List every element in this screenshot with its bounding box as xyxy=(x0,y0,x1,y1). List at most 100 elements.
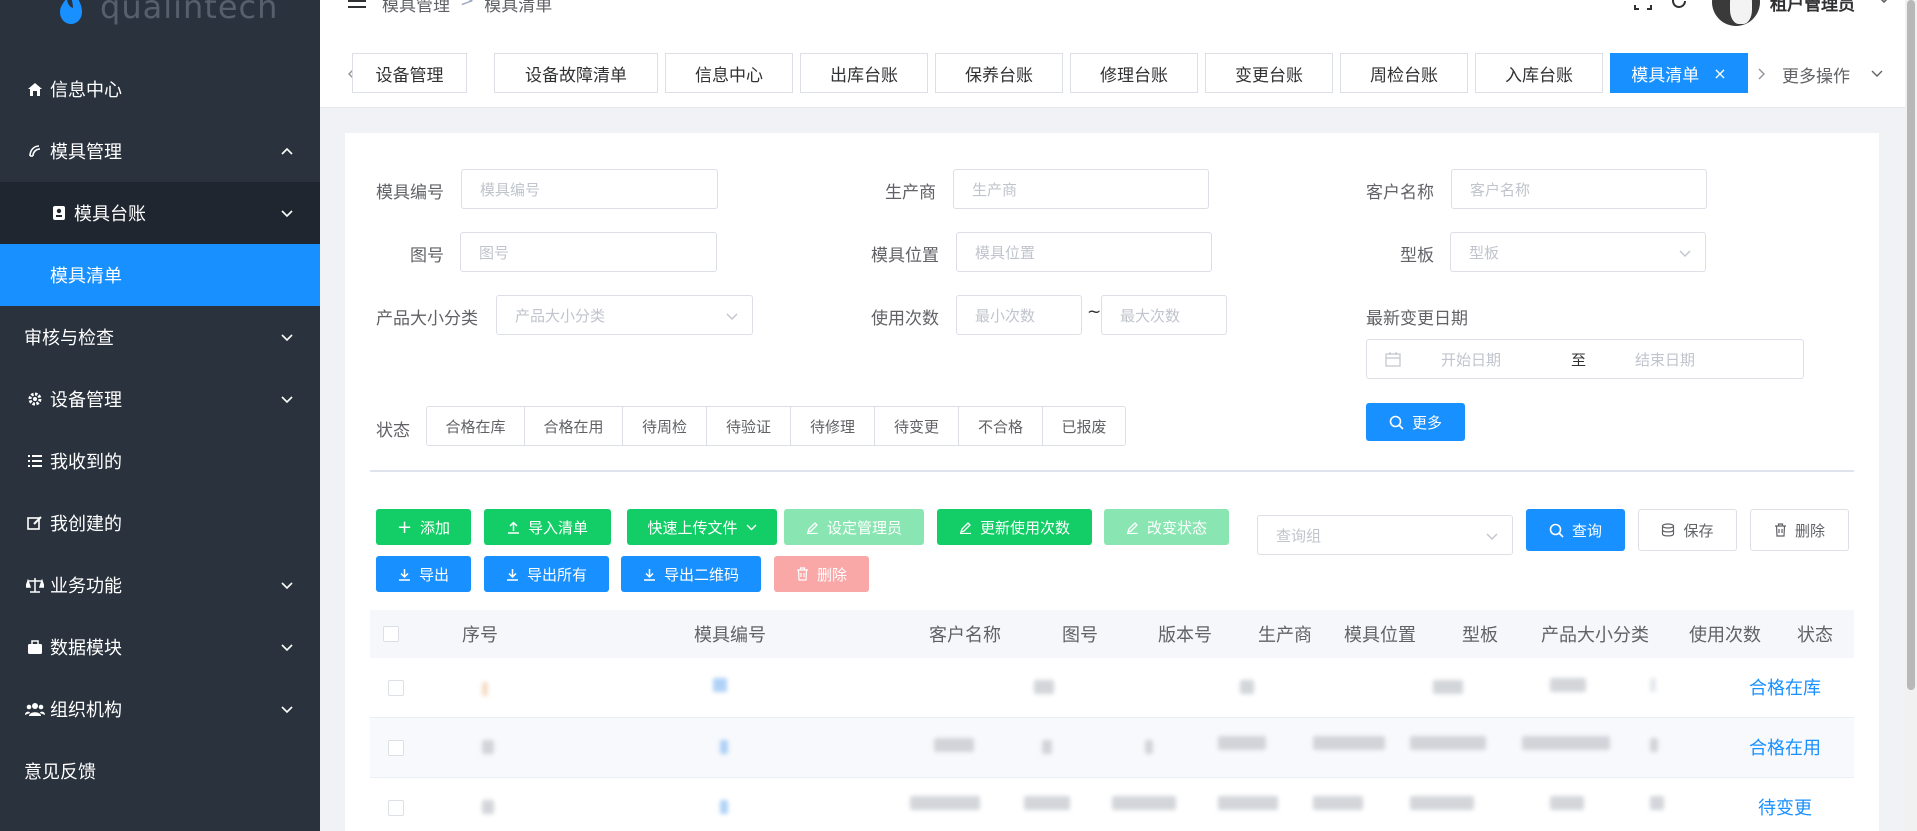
sidebar-item-mold-list[interactable]: 模具清单 xyxy=(0,244,320,306)
sidebar-item-data-module[interactable]: 数据模块 xyxy=(0,616,320,678)
quick-upload-button[interactable]: 快速上传文件 xyxy=(627,509,777,545)
manufacturer-input[interactable]: 生产商 xyxy=(953,169,1209,209)
status-option[interactable]: 待周检 xyxy=(623,407,707,445)
sidebar-item-label: 数据模块 xyxy=(50,638,122,659)
ledger-icon xyxy=(48,204,70,222)
breadcrumb-item[interactable]: 模具管理 xyxy=(382,0,450,16)
status-option[interactable]: 合格在库 xyxy=(427,407,525,445)
column-header[interactable]: 生产商 xyxy=(1240,610,1330,658)
customer-input[interactable]: 客户名称 xyxy=(1451,169,1707,209)
blurred-cell xyxy=(1042,740,1052,754)
query-group-select[interactable]: 查询组 xyxy=(1257,515,1513,555)
column-header[interactable]: 产品大小分类 xyxy=(1510,610,1680,658)
category-select[interactable]: 产品大小分类 xyxy=(496,295,753,335)
sidebar-item-mold-ledger[interactable]: 模具台账 xyxy=(0,182,320,244)
chevron-up-icon xyxy=(281,147,293,155)
sidebar-item-info-center[interactable]: 信息中心 xyxy=(0,58,320,120)
sidebar-item-received[interactable]: 我收到的 xyxy=(0,430,320,492)
tab-periodic-check-ledger[interactable]: 周检台账 xyxy=(1340,53,1468,93)
chevron-right-icon[interactable] xyxy=(1756,68,1766,80)
table-row[interactable]: 合格在用 xyxy=(370,718,1854,778)
mold-no-input[interactable]: 模具编号 xyxy=(461,169,718,209)
export-qr-button[interactable]: 导出二维码 xyxy=(621,556,761,592)
chevron-down-icon[interactable] xyxy=(1870,68,1884,80)
set-manager-button[interactable]: 设定管理员 xyxy=(784,509,924,545)
trash-icon xyxy=(1774,523,1786,537)
status-option[interactable]: 待验证 xyxy=(707,407,791,445)
query-button[interactable]: 查询 xyxy=(1526,509,1625,551)
save-button[interactable]: 保存 xyxy=(1638,509,1737,551)
usage-min-input[interactable]: 最小次数 xyxy=(956,295,1082,335)
tab-equipment-management[interactable]: 设备管理 xyxy=(352,53,467,93)
table-row[interactable]: 合格在库 xyxy=(370,658,1854,718)
status-option[interactable]: 不合格 xyxy=(959,407,1043,445)
tab-equipment-fault-list[interactable]: 设备故障清单 xyxy=(494,53,658,93)
usage-max-input[interactable]: 最大次数 xyxy=(1101,295,1227,335)
column-header[interactable]: 状态 xyxy=(1770,610,1860,658)
hamburger-icon[interactable] xyxy=(348,0,366,8)
button-label: 快速上传文件 xyxy=(647,518,738,537)
placeholder: 查询组 xyxy=(1276,526,1322,545)
sidebar: qualintech 信息中心 模具管理 模具台账 模具清单 审核与检查 设备管… xyxy=(0,0,320,831)
delete-button[interactable]: 删除 xyxy=(774,556,869,592)
sidebar-item-created[interactable]: 我创建的 xyxy=(0,492,320,554)
export-all-button[interactable]: 导出所有 xyxy=(484,556,609,592)
date-label: 最新变更日期 xyxy=(1366,309,1468,329)
sidebar-item-equipment-management[interactable]: 设备管理 xyxy=(0,368,320,430)
blurred-cell xyxy=(1218,796,1278,810)
tab-info-center[interactable]: 信息中心 xyxy=(665,53,793,93)
status-option[interactable]: 待修理 xyxy=(791,407,875,445)
chevron-down-icon[interactable] xyxy=(1877,0,1891,6)
tab-repair-ledger[interactable]: 修理台账 xyxy=(1070,53,1198,93)
fullscreen-icon[interactable] xyxy=(1634,0,1652,10)
sidebar-item-organization[interactable]: 组织机构 xyxy=(0,678,320,740)
button-label: 导出 xyxy=(418,565,449,584)
sidebar-item-business[interactable]: 业务功能 xyxy=(0,554,320,616)
tab-change-ledger[interactable]: 变更台账 xyxy=(1205,53,1333,93)
sidebar-item-feedback[interactable]: 意见反馈 xyxy=(0,740,320,802)
row-checkbox[interactable] xyxy=(388,680,404,696)
table-row[interactable]: 待变更 xyxy=(370,778,1854,831)
refresh-icon[interactable] xyxy=(1670,0,1688,10)
delete-query-group-button[interactable]: 删除 xyxy=(1750,509,1849,551)
user-name[interactable]: 租户管理员 xyxy=(1770,0,1855,15)
page-scrollbar-thumb[interactable] xyxy=(1907,0,1915,690)
blurred-cell xyxy=(720,740,728,754)
column-header[interactable]: 序号 xyxy=(430,610,530,658)
template-select[interactable]: 型板 xyxy=(1450,232,1706,272)
sidebar-item-label: 我创建的 xyxy=(50,514,122,535)
tab-inbound-ledger[interactable]: 入库台账 xyxy=(1475,53,1603,93)
sidebar-item-audit-inspection[interactable]: 审核与检查 xyxy=(0,306,320,368)
location-input[interactable]: 模具位置 xyxy=(956,232,1212,272)
change-status-button[interactable]: 改变状态 xyxy=(1104,509,1229,545)
blurred-cell xyxy=(1650,678,1656,692)
row-checkbox[interactable] xyxy=(388,800,404,816)
close-icon[interactable]: × xyxy=(1713,64,1726,83)
sidebar-item-mold-management[interactable]: 模具管理 xyxy=(0,120,320,182)
column-header[interactable]: 图号 xyxy=(1030,610,1130,658)
more-operations[interactable]: 更多操作 xyxy=(1782,62,1850,87)
column-header[interactable]: 模具位置 xyxy=(1330,610,1430,658)
more-filters-button[interactable]: 更多 xyxy=(1366,403,1465,441)
sidebar-item-label: 模具清单 xyxy=(50,266,122,287)
tab-outbound-ledger[interactable]: 出库台账 xyxy=(800,53,928,93)
tab-mold-list[interactable]: 模具清单 × xyxy=(1610,53,1748,93)
drawing-no-input[interactable]: 图号 xyxy=(460,232,717,272)
column-header[interactable]: 模具编号 xyxy=(650,610,810,658)
tab-maintenance-ledger[interactable]: 保养台账 xyxy=(935,53,1063,93)
column-header[interactable]: 客户名称 xyxy=(900,610,1030,658)
update-usage-button[interactable]: 更新使用次数 xyxy=(937,509,1092,545)
select-all-checkbox[interactable] xyxy=(383,626,399,642)
status-option[interactable]: 合格在用 xyxy=(525,407,623,445)
blurred-cell xyxy=(482,740,494,754)
status-option[interactable]: 待变更 xyxy=(875,407,959,445)
date-range-picker[interactable]: 开始日期 至 结束日期 xyxy=(1366,339,1804,379)
column-header[interactable]: 使用次数 xyxy=(1670,610,1780,658)
column-header[interactable]: 版本号 xyxy=(1130,610,1240,658)
export-button[interactable]: 导出 xyxy=(376,556,471,592)
import-list-button[interactable]: 导入清单 xyxy=(484,509,611,545)
status-option[interactable]: 已报废 xyxy=(1043,407,1125,445)
avatar[interactable] xyxy=(1712,0,1760,26)
add-button[interactable]: + 添加 xyxy=(376,509,471,545)
row-checkbox[interactable] xyxy=(388,740,404,756)
